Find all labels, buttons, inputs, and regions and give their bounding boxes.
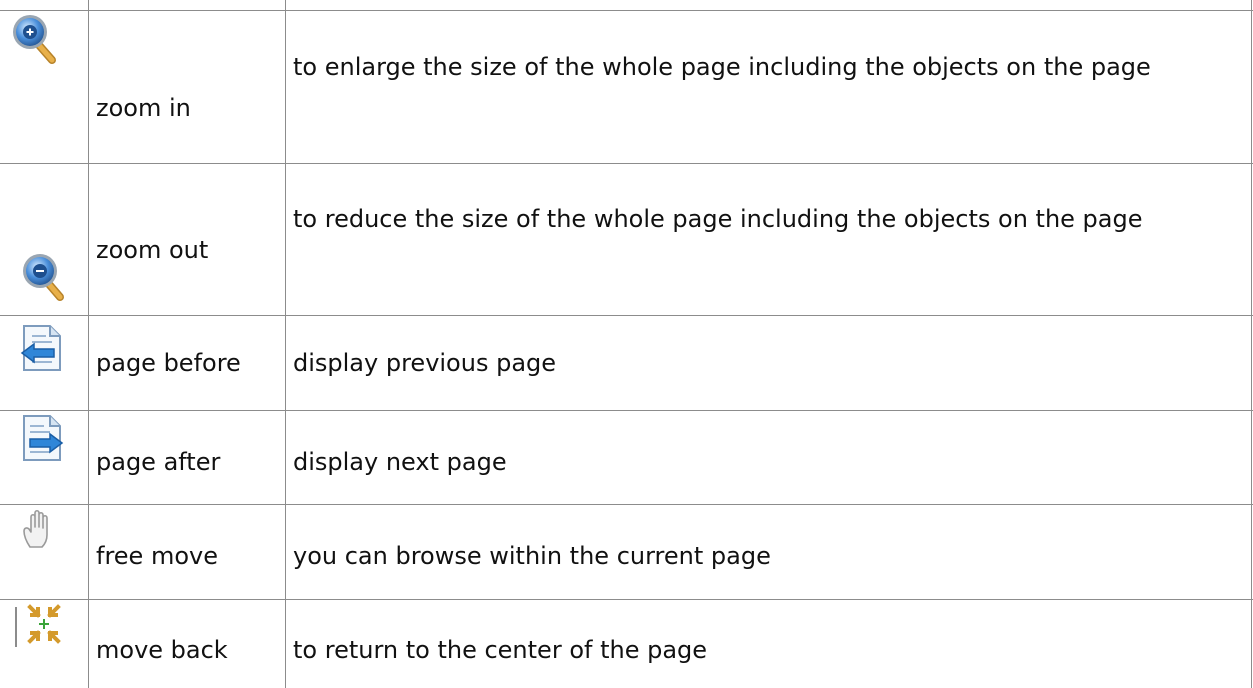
table-row: zoom out to reduce the size of the whole…: [0, 163, 1253, 315]
row-description: display previous page: [293, 349, 557, 377]
row-description: display next page: [293, 448, 507, 476]
row-description: you can browse within the current page: [293, 542, 771, 570]
row-label: zoom in: [96, 94, 191, 122]
row-label: page before: [96, 349, 241, 377]
hand-icon: [20, 507, 58, 551]
table-row: page after display next page: [0, 410, 1253, 504]
row-label: page after: [96, 448, 221, 476]
move-back-icon: [14, 601, 68, 647]
row-label: zoom out: [96, 236, 209, 264]
table-row: move back to return to the center of the…: [0, 599, 1253, 688]
zoom-out-icon: [18, 249, 70, 305]
zoom-in-icon: [8, 10, 60, 68]
row-label: free move: [96, 542, 218, 570]
table-row: page before display previous page: [0, 315, 1253, 410]
row-description: to return to the center of the page: [293, 636, 708, 664]
table-row: zoom in to enlarge the size of the whole…: [0, 10, 1253, 163]
page-before-icon: [18, 322, 66, 376]
row-label: move back: [96, 636, 228, 664]
row-description: to enlarge the size of the whole page in…: [293, 53, 1151, 81]
table-row: free move you can browse within the curr…: [0, 504, 1253, 599]
page-after-icon: [18, 412, 66, 466]
row-description: to reduce the size of the whole page inc…: [293, 205, 1143, 233]
